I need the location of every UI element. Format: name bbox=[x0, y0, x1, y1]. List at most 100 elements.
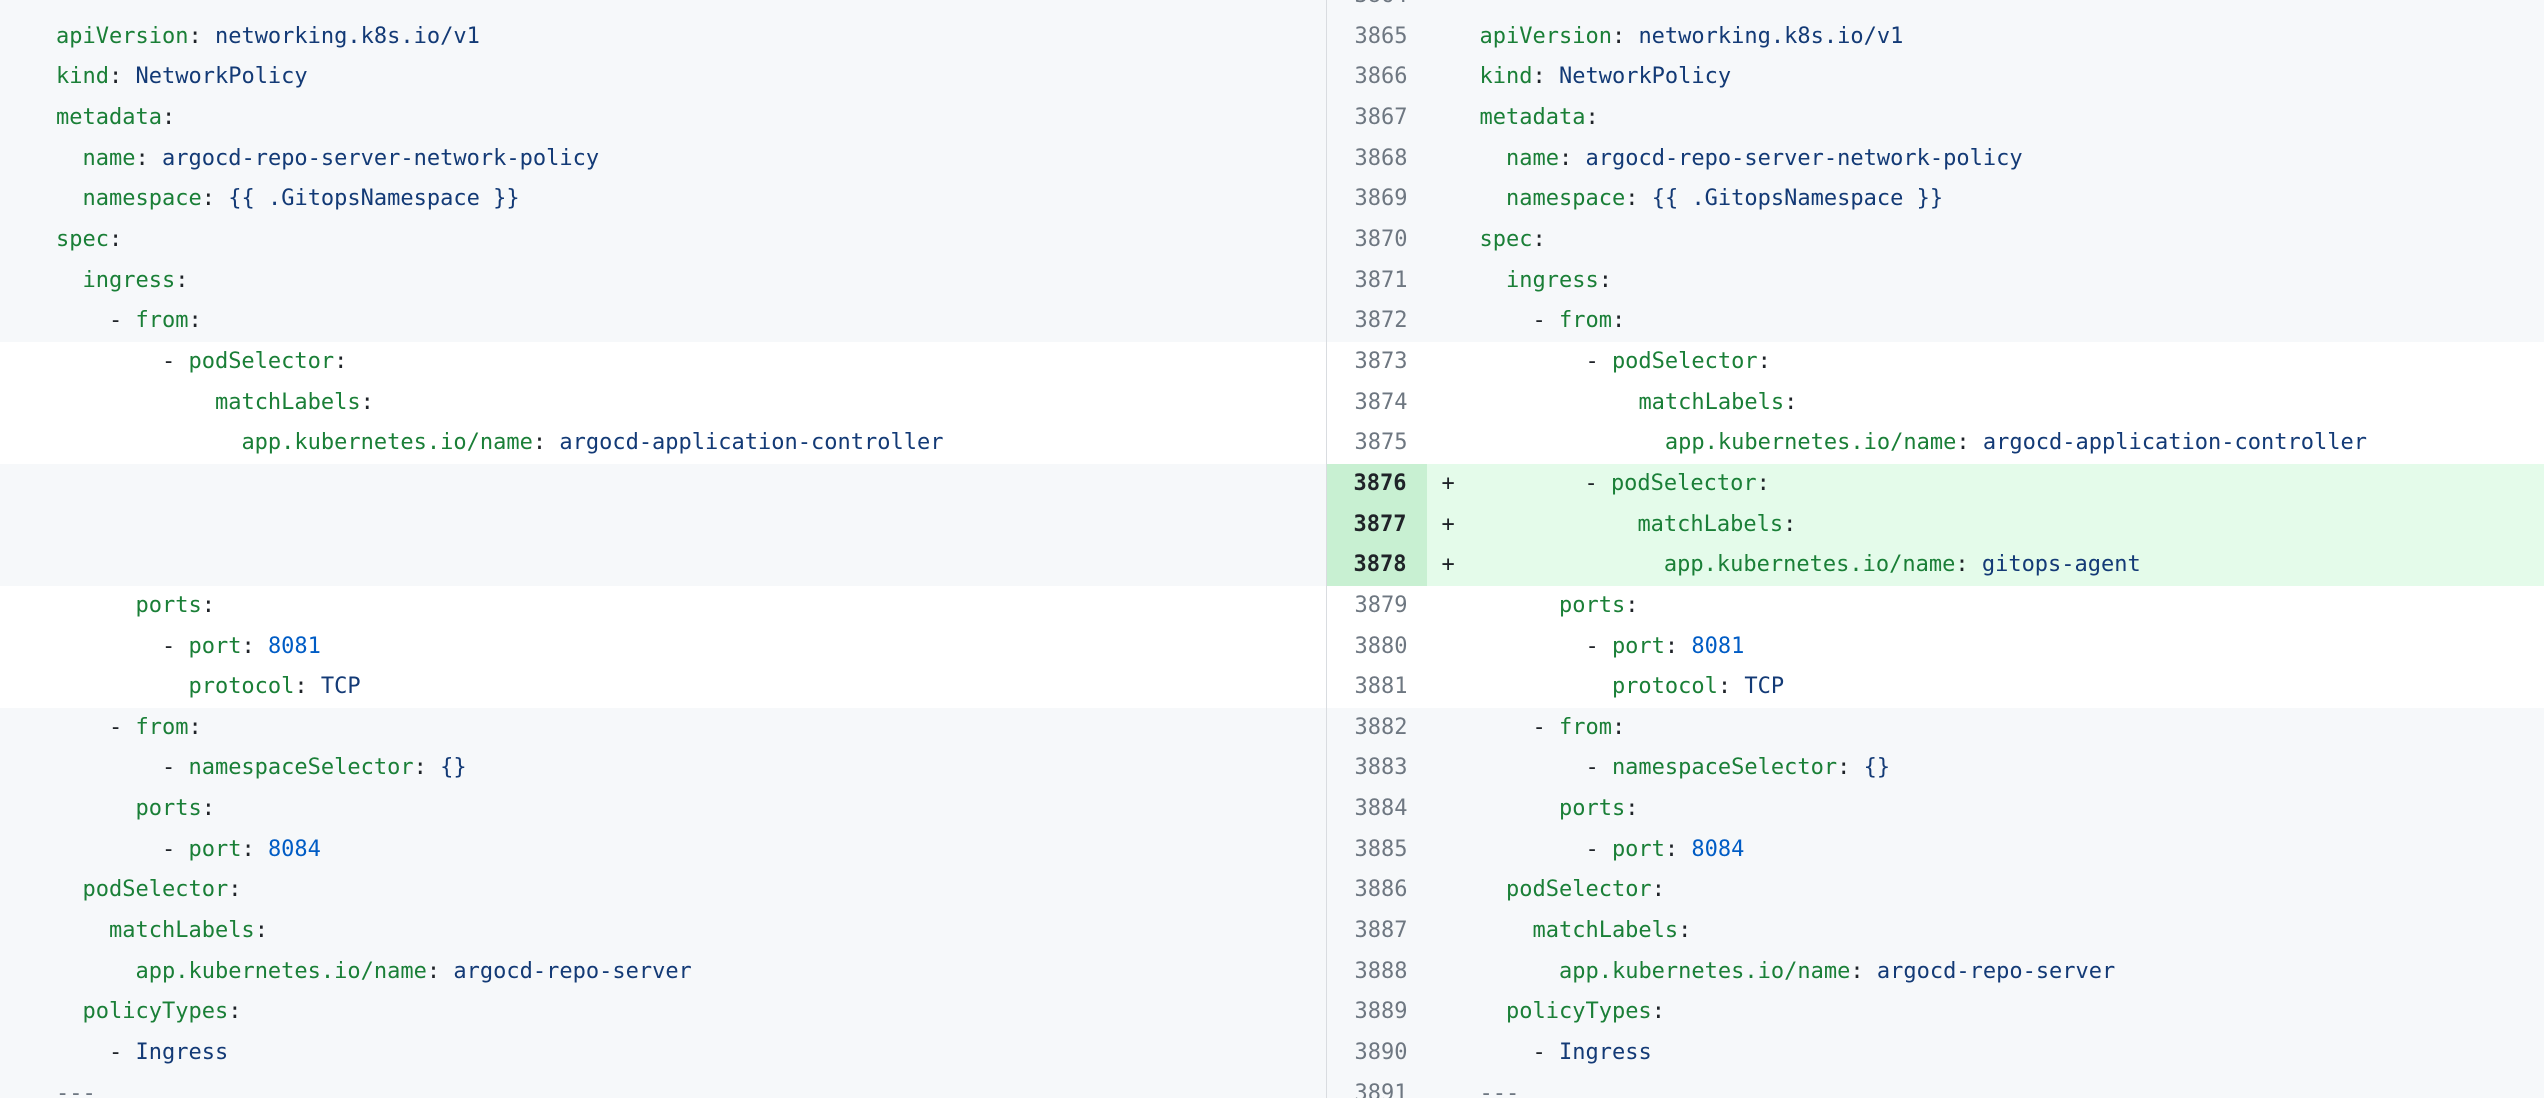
code-token-key: matchLabels bbox=[1532, 918, 1678, 943]
code-token-value: Ingress bbox=[1559, 1040, 1652, 1065]
code-token-plain bbox=[56, 430, 241, 455]
code-token-punct: : bbox=[241, 634, 268, 659]
code-token-punct: - bbox=[1479, 755, 1611, 780]
line-number[interactable]: 3890 bbox=[1327, 1033, 1428, 1074]
code-token-doc: --- bbox=[56, 0, 96, 8]
code-token-punct: : bbox=[162, 105, 175, 130]
line-number[interactable]: 3874 bbox=[1327, 383, 1428, 424]
code-token-key: namespaceSelector bbox=[1612, 755, 1837, 780]
code-token-num: 8081 bbox=[268, 634, 321, 659]
code-token-value: argocd-repo-server-network-policy bbox=[1585, 146, 2022, 171]
new-diff-row: 3872 - from: bbox=[1327, 301, 2544, 342]
old-diff-row: matchLabels: bbox=[0, 383, 1326, 424]
code-token-value: argocd-application-controller bbox=[1983, 430, 2367, 455]
code-token-punct: : bbox=[1956, 430, 1983, 455]
code-text: ingress: bbox=[0, 261, 1326, 302]
code-token-plain bbox=[56, 674, 188, 699]
new-diff-row: 3869 namespace: {{ .GitopsNamespace }} bbox=[1327, 179, 2544, 220]
line-number[interactable]: 3865 bbox=[1327, 17, 1428, 58]
code-token-punct: : bbox=[294, 674, 321, 699]
new-diff-row: 3867metadata: bbox=[1327, 98, 2544, 139]
old-diff-row: - from: bbox=[0, 301, 1326, 342]
code-token-punct: : bbox=[1718, 674, 1745, 699]
code-token-doc: --- bbox=[1479, 0, 1519, 8]
line-number[interactable]: 3864 bbox=[1327, 0, 1428, 17]
line-number[interactable]: 3867 bbox=[1327, 98, 1428, 139]
code-token-value: NetworkPolicy bbox=[135, 64, 307, 89]
new-code-pane: 3864---3865apiVersion: networking.k8s.io… bbox=[1326, 0, 2544, 1098]
code-text: - podSelector: bbox=[0, 342, 1326, 383]
new-diff-row: 3887 matchLabels: bbox=[1327, 911, 2544, 952]
code-token-key: spec bbox=[56, 227, 109, 252]
line-number[interactable]: 3889 bbox=[1327, 992, 1428, 1033]
code-token-punct: : bbox=[188, 715, 201, 740]
line-number[interactable]: 3872 bbox=[1327, 301, 1428, 342]
code-token-punct: : bbox=[1678, 918, 1691, 943]
old-diff-row: - Ingress bbox=[0, 1033, 1326, 1074]
line-number[interactable]: 3884 bbox=[1327, 789, 1428, 830]
old-diff-row: app.kubernetes.io/name: argocd-repo-serv… bbox=[0, 952, 1326, 993]
code-token-key: matchLabels bbox=[109, 918, 255, 943]
old-diff-row: apiVersion: networking.k8s.io/v1 bbox=[0, 17, 1326, 58]
code-text: ports: bbox=[1428, 789, 2544, 830]
added-marker: + bbox=[1441, 505, 1454, 546]
code-token-plain bbox=[1479, 146, 1506, 171]
old-diff-row-placeholder bbox=[0, 505, 1326, 546]
code-token-key: name bbox=[1506, 146, 1559, 171]
code-text: - port: 8084 bbox=[1428, 830, 2544, 871]
code-token-punct: : bbox=[1625, 186, 1652, 211]
code-text: ports: bbox=[1428, 586, 2544, 627]
old-diff-row: matchLabels: bbox=[0, 911, 1326, 952]
code-token-punct: : bbox=[135, 146, 162, 171]
line-number[interactable]: 3873 bbox=[1327, 342, 1428, 383]
code-token-plain bbox=[56, 593, 135, 618]
code-token-punct: - bbox=[56, 308, 135, 333]
new-diff-row: 3868 name: argocd-repo-server-network-po… bbox=[1327, 139, 2544, 180]
line-number[interactable]: 3882 bbox=[1327, 708, 1428, 749]
code-text: podSelector: bbox=[0, 870, 1326, 911]
code-token-punct: - bbox=[1478, 471, 1610, 496]
line-number[interactable]: 3891 bbox=[1327, 1074, 1428, 1098]
line-number[interactable]: 3886 bbox=[1327, 870, 1428, 911]
line-number[interactable]: 3871 bbox=[1327, 261, 1428, 302]
new-diff-row: 3879 ports: bbox=[1327, 586, 2544, 627]
old-code-pane: ---apiVersion: networking.k8s.io/v1kind:… bbox=[0, 0, 1326, 1098]
line-number[interactable]: 3887 bbox=[1327, 911, 1428, 952]
old-diff-row: - port: 8084 bbox=[0, 830, 1326, 871]
new-diff-row: 3866kind: NetworkPolicy bbox=[1327, 57, 2544, 98]
code-token-punct: : bbox=[188, 24, 215, 49]
code-token-plain bbox=[56, 146, 83, 171]
code-text: name: argocd-repo-server-network-policy bbox=[1428, 139, 2544, 180]
code-token-key: podSelector bbox=[188, 349, 334, 374]
code-token-value: {} bbox=[440, 755, 467, 780]
line-number[interactable]: 3869 bbox=[1327, 179, 1428, 220]
code-token-value: networking.k8s.io/v1 bbox=[1638, 24, 1903, 49]
code-token-punct: - bbox=[56, 1040, 135, 1065]
line-number[interactable]: 3878 bbox=[1326, 545, 1427, 586]
code-token-key: policyTypes bbox=[1506, 999, 1652, 1024]
code-token-punct: - bbox=[1479, 634, 1611, 659]
line-number[interactable]: 3880 bbox=[1327, 627, 1428, 668]
new-diff-row: 3888 app.kubernetes.io/name: argocd-repo… bbox=[1327, 952, 2544, 993]
line-number[interactable]: 3870 bbox=[1327, 220, 1428, 261]
line-number[interactable]: 3879 bbox=[1327, 586, 1428, 627]
line-number[interactable]: 3877 bbox=[1326, 505, 1427, 546]
code-text: spec: bbox=[1428, 220, 2544, 261]
code-token-plain bbox=[56, 186, 83, 211]
line-number[interactable]: 3875 bbox=[1327, 423, 1428, 464]
line-number[interactable]: 3881 bbox=[1327, 667, 1428, 708]
line-number[interactable]: 3868 bbox=[1327, 139, 1428, 180]
line-number[interactable]: 3876 bbox=[1326, 464, 1427, 505]
new-diff-row: 3880 - port: 8081 bbox=[1327, 627, 2544, 668]
code-token-key: podSelector bbox=[1611, 471, 1757, 496]
code-token-punct: - bbox=[1479, 1040, 1558, 1065]
code-token-plain bbox=[1479, 877, 1506, 902]
line-number[interactable]: 3883 bbox=[1327, 748, 1428, 789]
line-number[interactable]: 3888 bbox=[1327, 952, 1428, 993]
code-text: podSelector: bbox=[1428, 870, 2544, 911]
code-token-key: port bbox=[1612, 634, 1665, 659]
code-token-key: namespace bbox=[1506, 186, 1625, 211]
line-number[interactable]: 3885 bbox=[1327, 830, 1428, 871]
new-diff-row: 3865apiVersion: networking.k8s.io/v1 bbox=[1327, 17, 2544, 58]
line-number[interactable]: 3866 bbox=[1327, 57, 1428, 98]
